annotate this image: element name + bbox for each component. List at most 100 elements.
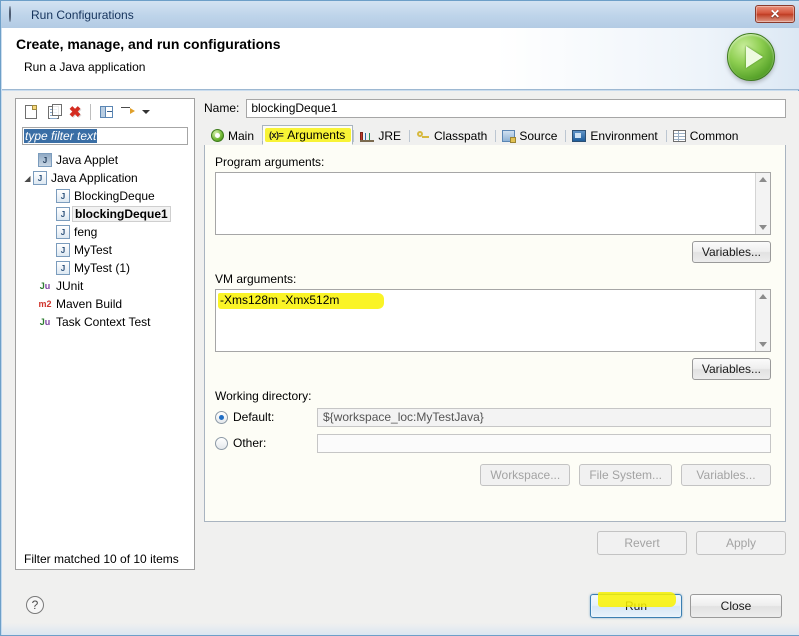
tab-arguments[interactable]: (x)= Arguments — [262, 125, 354, 145]
filter-input[interactable]: type filter text — [22, 127, 188, 145]
window-title: Run Configurations — [31, 7, 134, 22]
configurations-tree[interactable]: J Java Applet ◢ J Java Application J Blo… — [16, 149, 194, 547]
tab-main[interactable]: Main — [204, 125, 262, 145]
program-arguments-input[interactable] — [215, 172, 771, 235]
title-bar: Run Configurations ✕ — [1, 1, 799, 28]
new-configuration-button[interactable] — [20, 101, 42, 123]
tab-environment[interactable]: Environment — [565, 125, 665, 145]
classpath-icon — [416, 130, 430, 142]
tree-item-java-applet[interactable]: J Java Applet — [16, 151, 194, 169]
run-configurations-dialog: Run Configurations ✕ Create, manage, and… — [0, 0, 799, 636]
java-launch-icon: J — [56, 243, 70, 257]
java-launch-icon: J — [56, 261, 70, 275]
tab-label: Environment — [590, 128, 658, 143]
duplicate-configuration-button[interactable] — [42, 101, 64, 123]
dialog-content: ✖ type filter text J Java Applet ◢ J Jav… — [2, 91, 799, 580]
other-directory-input[interactable] — [317, 433, 771, 453]
vm-arguments-input[interactable]: -Xms128m -Xmx512m — [215, 289, 771, 352]
common-icon — [672, 129, 686, 142]
tab-common[interactable]: Common — [665, 125, 747, 145]
junit-icon: Ju — [39, 317, 51, 327]
tree-item-label: Java Application — [51, 171, 138, 185]
eclipse-logo-icon — [9, 5, 25, 23]
scroll-down-icon[interactable] — [759, 225, 767, 230]
other-radio[interactable] — [215, 436, 228, 450]
tab-source[interactable]: Source — [495, 125, 565, 145]
tree-item-maven-build[interactable]: m2 Maven Build — [16, 295, 194, 313]
expand-arrow-icon[interactable]: ◢ — [22, 174, 33, 183]
delete-configuration-button[interactable]: ✖ — [64, 101, 86, 123]
tree-item-label: Maven Build — [56, 297, 123, 311]
filter-icon — [121, 106, 135, 119]
tree-item-label: JUnit — [56, 279, 84, 293]
tree-item-label: Task Context Test — [56, 315, 151, 329]
tree-item-label: blockingDeque1 — [72, 206, 171, 222]
program-arguments-variables-button[interactable]: Variables... — [691, 241, 771, 263]
tab-label: JRE — [378, 128, 401, 143]
file-system-button[interactable]: File System... — [579, 464, 672, 486]
chevron-down-icon — [142, 110, 150, 114]
tree-item-feng[interactable]: J feng — [16, 223, 194, 241]
tree-item-label: BlockingDeque — [74, 189, 155, 203]
help-icon[interactable]: ? — [26, 596, 44, 614]
junit-icon: Ju — [39, 281, 51, 291]
page-subtitle: Run a Java application — [24, 60, 146, 74]
toolbar-divider — [90, 104, 91, 120]
tree-item-task-context-test[interactable]: Ju Task Context Test — [16, 313, 194, 331]
apply-button[interactable]: Apply — [696, 531, 786, 555]
tab-classpath[interactable]: Classpath — [408, 125, 495, 145]
configurations-tree-panel: ✖ type filter text J Java Applet ◢ J Jav… — [15, 98, 195, 570]
dialog-header: Create, manage, and run configurations R… — [2, 28, 799, 90]
name-input[interactable]: blockingDeque1 — [246, 98, 786, 118]
collapse-all-button[interactable] — [95, 101, 117, 123]
toolbar-menu-button[interactable] — [139, 101, 153, 123]
tree-item-blockingdeque[interactable]: J BlockingDeque — [16, 187, 194, 205]
highlighter-mark-run — [598, 592, 676, 607]
tab-label: Main — [228, 128, 255, 143]
tree-item-label: MyTest (1) — [74, 261, 131, 275]
close-button[interactable]: Close — [690, 594, 782, 618]
program-arguments-value — [216, 173, 770, 179]
tree-item-mytest-1[interactable]: J MyTest (1) — [16, 259, 194, 277]
scroll-down-icon[interactable] — [759, 342, 767, 347]
working-directory-default-row[interactable]: Default: ${workspace_loc:MyTestJava} — [215, 406, 771, 428]
working-directory-label: Working directory: — [215, 389, 312, 403]
tree-item-label: feng — [74, 225, 98, 239]
maven-icon: m2 — [38, 299, 52, 309]
dialog-footer: ? Run Close — [2, 580, 799, 635]
window-close-button[interactable]: ✕ — [755, 5, 795, 23]
tab-label: Classpath — [433, 128, 488, 143]
tree-item-java-application[interactable]: ◢ J Java Application — [16, 169, 194, 187]
working-directory-other-row[interactable]: Other: — [215, 432, 771, 454]
arguments-tab-page: Program arguments: Variables... VM argum… — [204, 145, 786, 522]
filter-button[interactable] — [117, 101, 139, 123]
duplicate-configuration-icon — [47, 103, 62, 119]
tree-item-label: Java Applet — [56, 153, 119, 167]
tree-item-mytest[interactable]: J MyTest — [16, 241, 194, 259]
vm-arguments-variables-button[interactable]: Variables... — [691, 358, 771, 380]
source-icon — [502, 129, 517, 143]
tab-label: Source — [519, 128, 558, 143]
java-launch-icon: J — [56, 207, 70, 221]
run-play-icon — [727, 33, 775, 81]
configuration-editor-panel: Name: blockingDeque1 Main (x)= Arguments — [204, 98, 786, 570]
workspace-button[interactable]: Workspace... — [480, 464, 571, 486]
delete-configuration-icon: ✖ — [68, 103, 82, 121]
tree-item-blockingdeque1[interactable]: J blockingDeque1 — [16, 205, 194, 223]
environment-icon — [572, 129, 587, 142]
new-configuration-icon — [25, 105, 37, 119]
java-applet-icon: J — [38, 153, 52, 167]
working-directory-variables-button[interactable]: Variables... — [681, 464, 771, 486]
vm-arguments-label: VM arguments: — [215, 272, 297, 286]
tab-jre[interactable]: JRE — [353, 125, 409, 145]
name-label: Name: — [204, 101, 240, 115]
tab-label: Arguments — [287, 128, 346, 142]
tree-item-junit[interactable]: Ju JUnit — [16, 277, 194, 295]
filter-status-text: Filter matched 10 of 10 items — [16, 549, 194, 569]
other-label: Other: — [233, 436, 267, 450]
program-arguments-scrollbar[interactable] — [755, 173, 770, 234]
revert-button[interactable]: Revert — [597, 531, 687, 555]
main-icon — [211, 129, 224, 142]
default-radio[interactable] — [215, 410, 228, 424]
editor-action-buttons: Revert Apply — [597, 531, 786, 555]
